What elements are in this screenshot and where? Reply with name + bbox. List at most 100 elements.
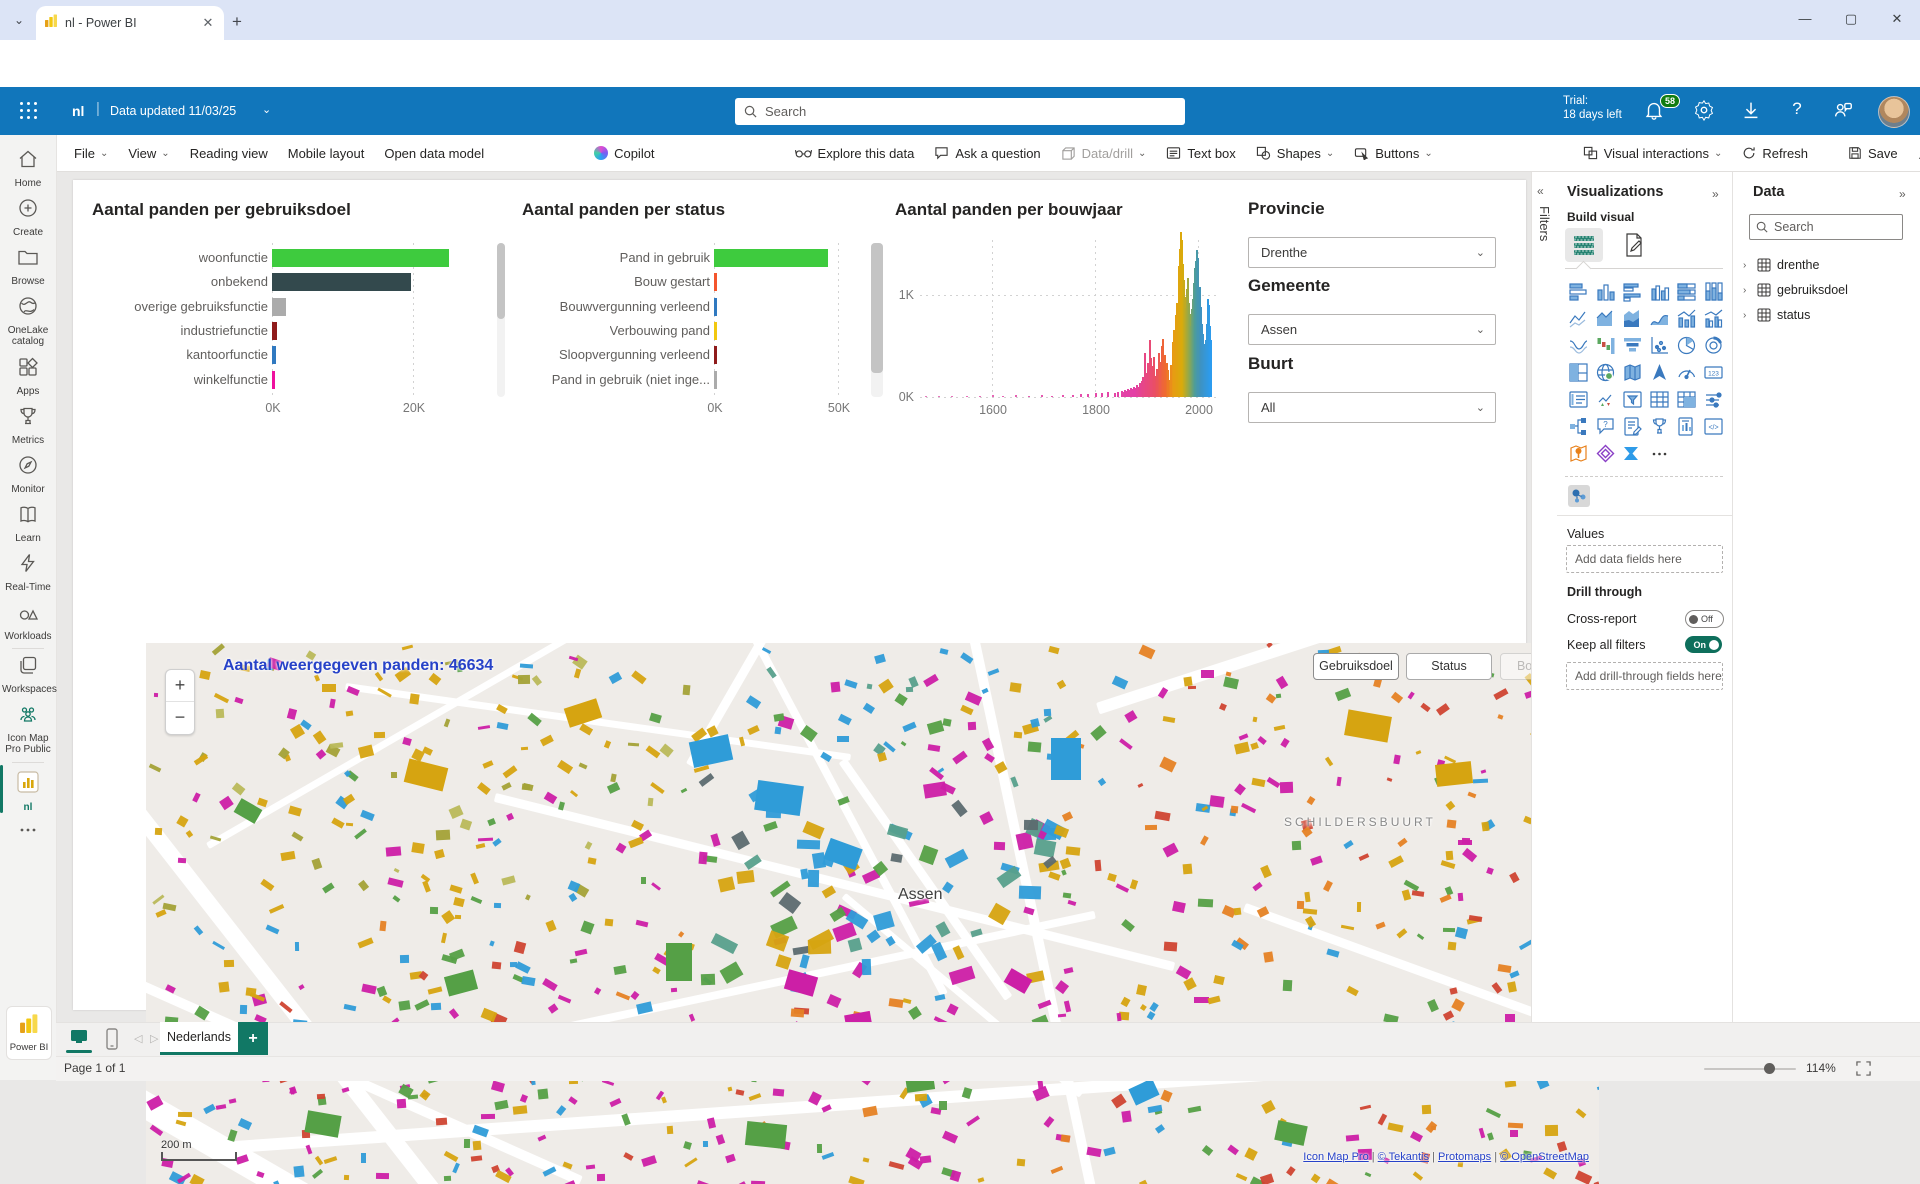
browser-tab[interactable]: nl - Power BI ✕ <box>36 6 224 40</box>
keep-all-filters-toggle[interactable]: On <box>1685 636 1722 653</box>
new-tab-button[interactable]: + <box>232 12 242 32</box>
next-page-chevron[interactable]: ▷ <box>150 1032 158 1045</box>
visual-type-table-icon[interactable] <box>1646 386 1673 413</box>
attribution-link[interactable]: © Tekantis <box>1378 1151 1429 1163</box>
download-icon[interactable] <box>1740 99 1764 123</box>
attribution-link[interactable]: Protomaps <box>1438 1151 1491 1163</box>
visual-type-ribbon-area-icon[interactable] <box>1646 305 1673 332</box>
menu-item-pin-to-a-dashboard[interactable]: Pin to a dashboard <box>1908 146 1920 161</box>
slicer-dropdown-buurt[interactable]: All⌄ <box>1248 392 1496 423</box>
visual-type-html-viewer-icon[interactable]: </> <box>1700 413 1727 440</box>
visual-type-matrix-icon[interactable] <box>1673 386 1700 413</box>
menu-item-reading-view[interactable]: Reading view <box>180 146 278 161</box>
visual-type-scatter-icon[interactable] <box>1646 332 1673 359</box>
menu-item-refresh[interactable]: Refresh <box>1732 146 1818 161</box>
visual-type-card-123-icon[interactable]: 123 <box>1700 359 1727 386</box>
data-field-gebruiksdoel[interactable]: ›gebruiksdoel <box>1743 283 1848 297</box>
visual-type-field-params-icon[interactable] <box>1700 386 1727 413</box>
menu-item-mobile-layout[interactable]: Mobile layout <box>278 146 375 161</box>
visual-type-waterfall-icon[interactable] <box>1592 332 1619 359</box>
chart-scrollbar[interactable] <box>871 243 883 397</box>
data-updated-label[interactable]: Data updated 11/03/25 <box>110 104 236 118</box>
sidebar-item-browse[interactable]: Browse <box>0 245 56 287</box>
menu-item-open-data-model[interactable]: Open data model <box>374 146 494 161</box>
visual-type-stacked-column-icon[interactable] <box>1592 278 1619 305</box>
web-layout-button[interactable] <box>68 1028 90 1053</box>
data-search-input[interactable]: Search <box>1749 214 1903 240</box>
sidebar-item-onelake-catalog[interactable]: OneLake catalog <box>0 294 56 347</box>
visual-type-slicer-icon[interactable] <box>1619 386 1646 413</box>
visual-type-gauge-icon[interactable] <box>1673 359 1700 386</box>
visual-type-multi-row-card-icon[interactable] <box>1565 386 1592 413</box>
visual-type-stacked-bar-icon[interactable] <box>1565 278 1592 305</box>
visual-type-line-icon[interactable] <box>1565 305 1592 332</box>
visual-type-pct-bar-icon[interactable] <box>1673 278 1700 305</box>
visual-type-line-column-icon[interactable] <box>1673 305 1700 332</box>
menu-item-visual-interactions[interactable]: Visual interactions⌄ <box>1573 146 1733 161</box>
build-visual-tab[interactable] <box>1565 228 1603 262</box>
sidebar-item-create[interactable]: Create <box>0 196 56 238</box>
zoom-out-button[interactable]: − <box>166 702 194 734</box>
menu-item-data-drill[interactable]: Data/drill⌄ <box>1051 146 1157 161</box>
zoom-slider-handle[interactable] <box>1764 1063 1775 1074</box>
visual-type-custom-molecule-icon[interactable] <box>1565 482 1592 509</box>
prev-page-chevron[interactable]: ◁ <box>134 1032 142 1045</box>
add-data-fields-dropzone[interactable]: Add data fields here <box>1566 545 1723 573</box>
visual-type-azure-map-icon[interactable] <box>1646 359 1673 386</box>
chart-scrollbar[interactable] <box>497 243 505 397</box>
visual-type-qa-icon[interactable]: ? <box>1592 413 1619 440</box>
global-search-input[interactable]: Search <box>735 98 1185 125</box>
scrollbar-thumb[interactable] <box>497 243 505 319</box>
filters-pane-label[interactable]: Filters <box>1537 206 1552 241</box>
map-mode-gebruiksdoel-button[interactable]: Gebruiksdoel <box>1313 653 1399 680</box>
sidebar-item--[interactable] <box>0 818 56 847</box>
sidebar-item-metrics[interactable]: Metrics <box>0 404 56 446</box>
page-tab-nederlands[interactable]: Nederlands <box>160 1022 238 1055</box>
sidebar-item-nl[interactable]: nl <box>0 769 56 813</box>
visual-type-goals-icon[interactable] <box>1646 413 1673 440</box>
visual-type-clustered-column-icon[interactable] <box>1646 278 1673 305</box>
help-icon[interactable]: ? <box>1788 99 1806 123</box>
visual-type-more-icon[interactable] <box>1646 440 1673 467</box>
tab-search-chevron-icon[interactable]: ⌄ <box>8 9 30 31</box>
data-pane-collapse-icon[interactable]: » <box>1899 187 1906 201</box>
expand-chevron-icon[interactable]: › <box>1743 310 1757 321</box>
add-page-button[interactable]: + <box>238 1022 268 1055</box>
mobile-layout-button[interactable] <box>104 1027 120 1056</box>
sidebar-item-monitor[interactable]: Monitor <box>0 453 56 495</box>
data-field-status[interactable]: ›status <box>1743 308 1810 322</box>
visual-type-line-clustered-column-icon[interactable] <box>1700 305 1727 332</box>
zoom-in-button[interactable]: + <box>166 670 194 702</box>
chart-gebruiksdoel[interactable]: Aantal panden per gebruiksdoel 0K20Kwoon… <box>92 196 516 442</box>
settings-gear-icon[interactable] <box>1693 99 1717 123</box>
feedback-icon[interactable] <box>1832 99 1856 123</box>
sidebar-item-learn[interactable]: Learn <box>0 502 56 544</box>
visual-type-treemap-icon[interactable] <box>1565 359 1592 386</box>
visual-type-decomp-tree-icon[interactable] <box>1565 413 1592 440</box>
visual-type-funnel-icon[interactable] <box>1619 332 1646 359</box>
tab-close-icon[interactable]: ✕ <box>200 15 216 31</box>
data-field-drenthe[interactable]: ›drenthe <box>1743 258 1819 272</box>
sidebar-item-real-time[interactable]: Real-Time <box>0 551 56 593</box>
user-avatar[interactable] <box>1878 96 1910 128</box>
attribution-link[interactable]: © OpenStreetMap <box>1500 1151 1589 1163</box>
visual-type-deneb-icon[interactable] <box>1592 440 1619 467</box>
visual-type-ribbon-icon[interactable] <box>1565 332 1592 359</box>
visual-type-clustered-bar-icon[interactable] <box>1619 278 1646 305</box>
expand-chevron-icon[interactable]: › <box>1743 260 1757 271</box>
visual-type-map-globe-icon[interactable] <box>1592 359 1619 386</box>
window-minimize-button[interactable]: — <box>1782 0 1828 38</box>
sidebar-item-icon-map-pro-public[interactable]: Icon Map Pro Public <box>0 702 56 755</box>
visual-type-power-automate-icon[interactable] <box>1619 440 1646 467</box>
slicer-dropdown-provincie[interactable]: Drenthe⌄ <box>1248 237 1496 268</box>
powerbi-switcher-button[interactable]: Power BI <box>6 1006 52 1060</box>
menu-item-explore-this-data[interactable]: Explore this data <box>785 146 925 161</box>
menu-item-buttons[interactable]: Buttons⌄ <box>1344 146 1442 161</box>
scrollbar-thumb[interactable] <box>871 243 883 373</box>
sidebar-item-workloads[interactable]: Workloads <box>0 600 56 642</box>
sidebar-item-apps[interactable]: Apps <box>0 355 56 397</box>
attribution-link[interactable]: Icon Map Pro <box>1303 1151 1368 1163</box>
visual-type-icon-map-pro-icon[interactable] <box>1565 440 1592 467</box>
format-visual-tab[interactable] <box>1619 230 1649 260</box>
visual-type-donut-icon[interactable] <box>1700 332 1727 359</box>
